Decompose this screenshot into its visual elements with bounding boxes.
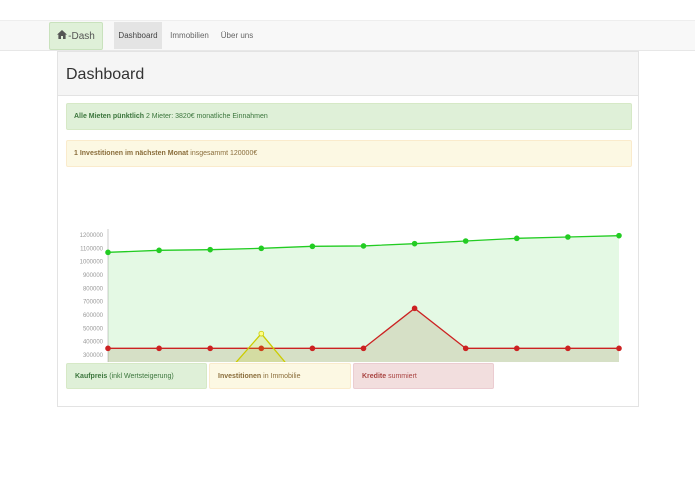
data-point-kaufpreis <box>565 234 571 240</box>
legend-investitionen: Investitionen in Immobilie <box>209 363 351 389</box>
data-point-kaufpreis <box>156 247 162 254</box>
nav-item-dashboard[interactable]: Dashboard <box>114 22 162 49</box>
data-point-kredite <box>513 345 520 352</box>
legend-kredite-strong: Kredite <box>362 373 387 380</box>
y-tick-label: 400000 <box>83 340 104 346</box>
legend-kredite-text: summiert <box>386 373 417 380</box>
y-tick-label: 1200000 <box>80 233 104 239</box>
y-tick-label: 800000 <box>83 286 104 292</box>
data-point-investitionen <box>258 330 265 337</box>
nav-item-ueber-uns[interactable]: Über uns <box>218 22 256 49</box>
nav-item-immobilien[interactable]: Immobilien <box>167 22 212 49</box>
data-point-kredite <box>411 305 418 312</box>
rent-status-strong: Alle Mieten pünktlich <box>74 113 145 120</box>
investment-alert-text: insgesammt 120000€ <box>188 150 258 157</box>
rent-status-text: 2 Mieter: 3820€ monatliche Einnahmen <box>144 113 268 120</box>
data-point-kredite <box>565 345 571 352</box>
y-tick-label: 1000000 <box>80 260 104 266</box>
investment-alert-strong: 1 Investitionen im nächsten Monat <box>74 150 189 157</box>
data-point-kaufpreis <box>309 243 316 250</box>
rent-status-alert: Alle Mieten pünktlich 2 Mieter: 3820€ mo… <box>66 103 632 130</box>
data-point-kredite <box>462 345 469 352</box>
data-point-kredite <box>616 345 622 352</box>
data-point-kredite <box>360 345 367 352</box>
legend-investitionen-text: in Immobilie <box>261 373 301 380</box>
data-point-kredite <box>309 345 316 352</box>
brand-label: -Dash <box>68 30 95 42</box>
data-point-kredite <box>156 345 162 352</box>
top-navbar: -Dash Dashboard Immobilien Über uns <box>0 20 695 51</box>
legend-kaufpreis-strong: Kaufpreis <box>75 373 108 380</box>
value-chart: 1000002000003000004000005000006000007000… <box>80 229 622 362</box>
investment-alert: 1 Investitionen im nächsten Monat insges… <box>66 140 632 167</box>
y-tick-label: 500000 <box>83 326 104 332</box>
legend-investitionen-strong: Investitionen <box>218 373 262 380</box>
y-tick-label: 300000 <box>83 353 104 359</box>
legend-kaufpreis: Kaufpreis (inkl Wertsteigerung) <box>66 363 207 389</box>
brand-home-link[interactable]: -Dash <box>49 22 103 50</box>
data-point-kredite <box>105 345 111 352</box>
page-title: Dashboard <box>58 52 638 96</box>
data-point-kaufpreis <box>207 246 214 253</box>
data-point-kaufpreis <box>258 245 265 252</box>
dashboard-panel: Dashboard Alle Mieten pünktlich 2 Mieter… <box>57 51 639 407</box>
home-icon <box>57 30 68 42</box>
data-point-kaufpreis <box>462 238 469 244</box>
data-point-kaufpreis <box>411 240 418 247</box>
data-point-kredite <box>207 345 214 352</box>
y-tick-label: 600000 <box>83 313 104 319</box>
series-area-kaufpreis <box>108 235 619 362</box>
data-point-kaufpreis <box>105 249 111 256</box>
data-point-kaufpreis <box>513 235 520 242</box>
data-point-kaufpreis <box>616 232 622 239</box>
legend-kaufpreis-text: (inkl Wertsteigerung) <box>107 373 174 380</box>
legend-kredite: Kredite summiert <box>353 363 494 389</box>
y-tick-label: 700000 <box>83 300 104 306</box>
y-tick-label: 1100000 <box>80 246 104 252</box>
y-tick-label: 900000 <box>83 273 104 279</box>
data-point-kaufpreis <box>360 243 367 249</box>
